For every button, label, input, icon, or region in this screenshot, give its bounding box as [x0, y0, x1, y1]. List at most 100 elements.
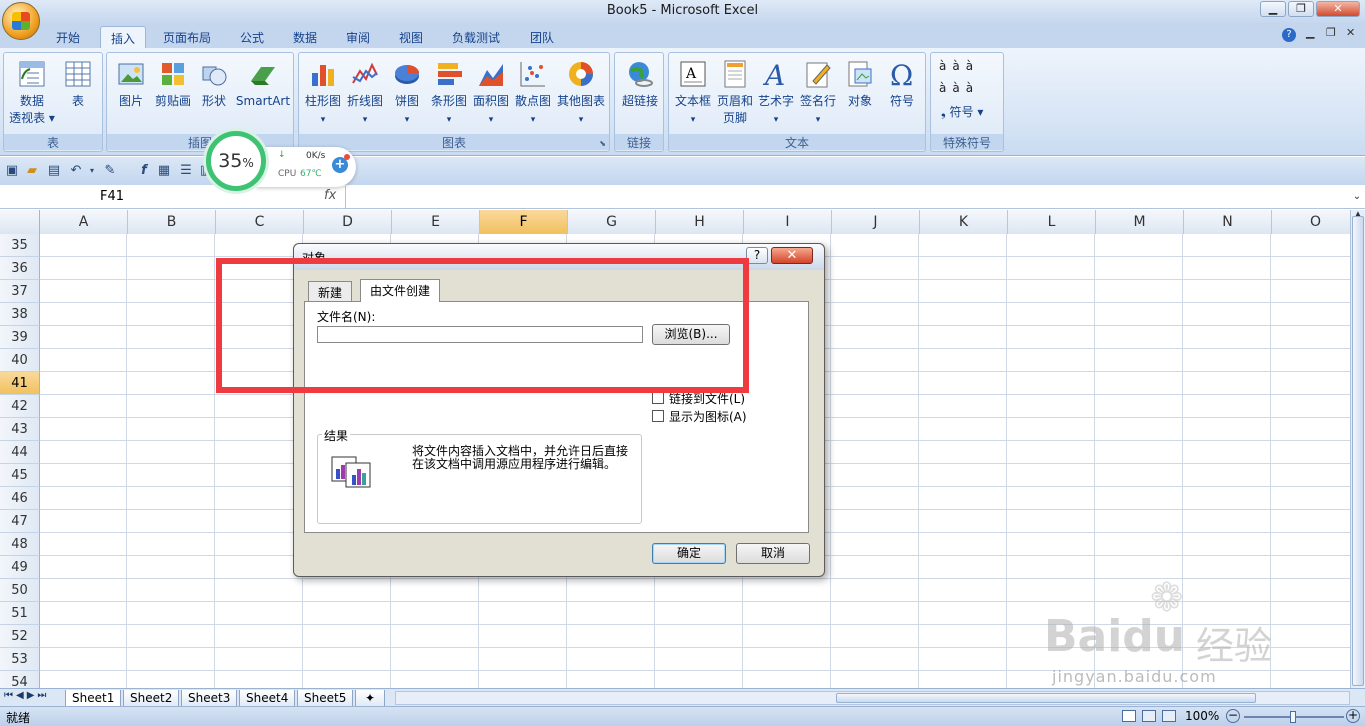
horizontal-scrollbar[interactable]	[395, 691, 1350, 705]
column-chart-button[interactable]: 柱形图 ▾	[303, 57, 343, 129]
column-header-f[interactable]: F	[480, 210, 568, 234]
bar-chart-button[interactable]: 条形图 ▾	[429, 57, 469, 129]
column-header-a[interactable]: A	[40, 210, 128, 234]
zoom-slider-thumb[interactable]	[1290, 711, 1296, 723]
tab-view[interactable]: 视图	[389, 26, 433, 48]
column-header-d[interactable]: D	[304, 210, 392, 234]
column-header-l[interactable]: L	[1008, 210, 1096, 234]
tab-review[interactable]: 审阅	[336, 26, 380, 48]
header-footer-button[interactable]: 页眉和 页脚	[715, 57, 755, 127]
sheet-tab-1[interactable]: Sheet1	[65, 690, 122, 707]
grid-icon[interactable]: ▦	[156, 163, 172, 179]
select-all-corner[interactable]	[0, 210, 40, 234]
tab-home[interactable]: 开始	[46, 26, 90, 48]
minimize-button[interactable]: ▁	[1260, 1, 1286, 17]
shapes-button[interactable]: 形状	[197, 57, 231, 110]
pen-icon[interactable]: ✎	[102, 163, 118, 179]
tab-insert[interactable]: 插入	[100, 26, 147, 48]
column-header-e[interactable]: E	[392, 210, 480, 234]
symbol-button[interactable]: Ω 符号	[881, 57, 923, 110]
row-header-40[interactable]: 40	[0, 349, 40, 372]
column-header-g[interactable]: G	[568, 210, 656, 234]
normal-view-icon[interactable]	[1122, 710, 1136, 722]
line-chart-button[interactable]: 折线图 ▾	[345, 57, 385, 129]
scatter-chart-button[interactable]: 散点图 ▾	[513, 57, 553, 129]
pie-chart-button[interactable]: 饼图 ▾	[387, 57, 427, 129]
row-header-45[interactable]: 45	[0, 464, 40, 487]
row-header-36[interactable]: 36	[0, 257, 40, 280]
tab-page-layout[interactable]: 页面布局	[153, 26, 221, 48]
insert-sheet-icon[interactable]: ✦	[355, 690, 385, 707]
tab-team[interactable]: 团队	[520, 26, 564, 48]
row-header-51[interactable]: 51	[0, 602, 40, 625]
ribbon-close-icon[interactable]: ✕	[1346, 26, 1355, 39]
office-button[interactable]	[2, 2, 40, 40]
hyperlink-button[interactable]: 超链接	[617, 57, 663, 110]
symbol-dropdown-button[interactable]: ❟ 符号 ▾	[941, 103, 983, 120]
signature-line-button[interactable]: 签名行 ▾	[797, 57, 839, 129]
wordart-button[interactable]: A 艺术字 ▾	[755, 57, 797, 129]
smartart-button[interactable]: SmartArt	[233, 57, 293, 110]
print-preview-icon[interactable]: ▤	[46, 163, 62, 179]
column-header-c[interactable]: C	[216, 210, 304, 234]
column-header-m[interactable]: M	[1096, 210, 1184, 234]
column-header-b[interactable]: B	[128, 210, 216, 234]
row-header-35[interactable]: 35	[0, 234, 40, 257]
ok-button[interactable]: 确定	[652, 543, 726, 564]
row-header-47[interactable]: 47	[0, 510, 40, 533]
textbox-button[interactable]: A 文本框 ▾	[671, 57, 715, 129]
performance-widget[interactable]: ↓ 0K/s CPU 67℃ + 35%	[206, 131, 356, 191]
ribbon-min-icon[interactable]: ▁	[1306, 26, 1314, 39]
dialog-close-button[interactable]: ✕	[771, 247, 813, 264]
dialog-help-button[interactable]: ?	[746, 247, 768, 264]
horizontal-scroll-thumb[interactable]	[836, 693, 1256, 703]
zoom-level[interactable]: 100%	[1185, 709, 1219, 723]
help-icon[interactable]: ?	[1282, 28, 1296, 42]
row-header-46[interactable]: 46	[0, 487, 40, 510]
row-header-41[interactable]: 41	[0, 372, 40, 395]
row-header-43[interactable]: 43	[0, 418, 40, 441]
row-header-52[interactable]: 52	[0, 625, 40, 648]
formula-input[interactable]	[345, 186, 1350, 208]
sheet-tab-5[interactable]: Sheet5	[297, 690, 354, 707]
function-icon[interactable]: f	[136, 163, 152, 179]
accent-row-2[interactable]: ààà	[939, 81, 999, 95]
sheet-tab-4[interactable]: Sheet4	[239, 690, 296, 707]
tab-load-test[interactable]: 负载测试	[442, 26, 510, 48]
row-header-48[interactable]: 48	[0, 533, 40, 556]
column-header-o[interactable]: O	[1272, 210, 1360, 234]
undo-dropdown-icon[interactable]: ▾	[84, 163, 100, 179]
row-header-42[interactable]: 42	[0, 395, 40, 418]
clipart-button[interactable]: 剪贴画	[151, 57, 195, 110]
row-header-44[interactable]: 44	[0, 441, 40, 464]
column-header-i[interactable]: I	[744, 210, 832, 234]
column-header-k[interactable]: K	[920, 210, 1008, 234]
maximize-button[interactable]: ❐	[1288, 1, 1314, 17]
close-window-button[interactable]: ✕	[1316, 1, 1360, 17]
row-header-37[interactable]: 37	[0, 280, 40, 303]
sheet-tab-2[interactable]: Sheet2	[123, 690, 180, 707]
display-as-icon-checkbox[interactable]	[652, 410, 664, 422]
cancel-button[interactable]: 取消	[736, 543, 810, 564]
memory-usage-circle[interactable]: 35%	[206, 131, 266, 191]
tab-data[interactable]: 数据	[283, 26, 327, 48]
page-layout-view-icon[interactable]	[1142, 710, 1156, 722]
row-header-39[interactable]: 39	[0, 326, 40, 349]
picture-button[interactable]: 图片	[111, 57, 151, 110]
save-icon[interactable]: ▣	[4, 163, 20, 179]
column-header-h[interactable]: H	[656, 210, 744, 234]
sheet-tab-3[interactable]: Sheet3	[181, 690, 238, 707]
row-header-53[interactable]: 53	[0, 648, 40, 671]
rows-icon[interactable]: ☰	[178, 163, 194, 179]
area-chart-button[interactable]: 面积图 ▾	[471, 57, 511, 129]
column-header-n[interactable]: N	[1184, 210, 1272, 234]
formula-expand-icon[interactable]: ⌄	[1350, 187, 1364, 207]
page-break-view-icon[interactable]	[1162, 710, 1176, 722]
link-to-file-checkbox[interactable]	[652, 392, 664, 404]
zoom-in-icon[interactable]: +	[1346, 709, 1360, 723]
row-header-50[interactable]: 50	[0, 579, 40, 602]
ribbon-restore-icon[interactable]: ❐	[1326, 26, 1336, 39]
row-header-49[interactable]: 49	[0, 556, 40, 579]
sheet-nav-icons[interactable]: ⏮◀▶⏭	[4, 690, 49, 701]
zoom-out-icon[interactable]: −	[1226, 709, 1240, 723]
